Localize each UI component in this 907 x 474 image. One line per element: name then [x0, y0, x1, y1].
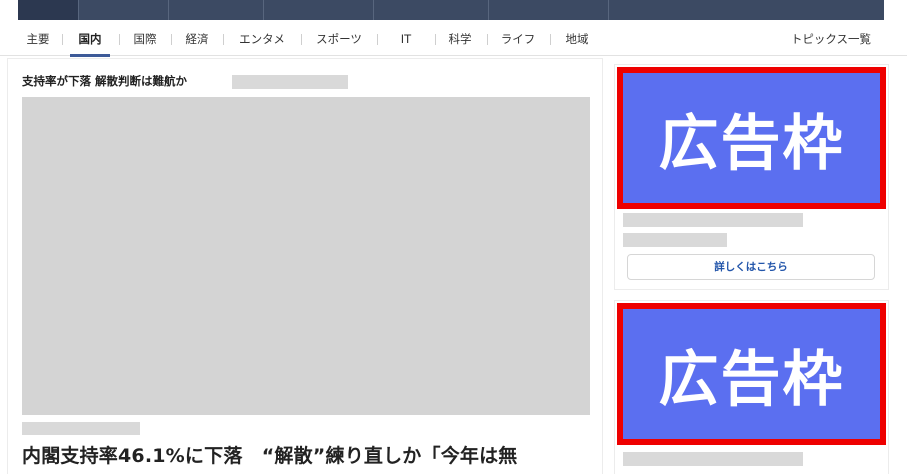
ad-slot[interactable]: 広告枠	[617, 67, 886, 209]
category-divider	[301, 34, 302, 45]
ad-label: 広告枠	[658, 344, 845, 415]
top-nav-active-tab[interactable]	[18, 0, 78, 20]
category-divider	[377, 34, 378, 45]
sidebar-ad-card: 広告枠	[614, 300, 889, 474]
top-nav-divider	[488, 0, 489, 20]
category-divider	[550, 34, 551, 45]
details-button[interactable]: 詳しくはこちら	[627, 254, 875, 280]
category-tab-it[interactable]: IT	[385, 22, 427, 56]
category-divider	[487, 34, 488, 45]
text-placeholder	[623, 452, 803, 466]
top-nav-divider	[608, 0, 609, 20]
category-divider	[62, 34, 63, 45]
category-divider	[435, 34, 436, 45]
main-headline[interactable]: 内閣支持率46.1%に下落 “解散”練り直しか「今年は無	[22, 441, 518, 468]
top-nav-divider	[78, 0, 79, 20]
category-tab-domestic[interactable]: 国内	[70, 22, 110, 57]
text-placeholder	[623, 233, 727, 247]
ad-slot[interactable]: 広告枠	[617, 303, 886, 445]
topics-list-link[interactable]: トピックス一覧	[791, 22, 871, 56]
top-nav-bar	[18, 0, 884, 20]
category-tab-economy[interactable]: 経済	[179, 22, 215, 56]
article-image-placeholder[interactable]	[22, 97, 590, 415]
category-tab-science[interactable]: 科学	[441, 22, 479, 56]
text-placeholder	[232, 75, 348, 89]
page: 主要 国内 国際 経済 エンタメ スポーツ IT 科学 ライフ 地域 トピックス…	[0, 0, 907, 474]
main-article-card: 支持率が下落 解散判断は難航か 内閣支持率46.1%に下落 “解散”練り直しか「…	[7, 58, 603, 474]
category-tab-life[interactable]: ライフ	[494, 22, 542, 56]
category-tab-main[interactable]: 主要	[22, 22, 54, 56]
category-tab-world[interactable]: 国際	[127, 22, 163, 56]
top-nav-divider	[168, 0, 169, 20]
text-placeholder	[623, 213, 803, 227]
small-headline[interactable]: 支持率が下落 解散判断は難航か	[22, 73, 187, 89]
top-nav-divider	[373, 0, 374, 20]
ad-label: 広告枠	[658, 108, 845, 179]
caption-placeholder	[22, 422, 140, 435]
sidebar-ad-card: 広告枠 詳しくはこちら	[614, 64, 889, 290]
category-tab-entertainment[interactable]: エンタメ	[231, 22, 293, 56]
category-tab-local[interactable]: 地域	[558, 22, 596, 56]
category-tab-sports[interactable]: スポーツ	[309, 22, 369, 56]
top-nav-divider	[263, 0, 264, 20]
category-divider	[171, 34, 172, 45]
category-divider	[223, 34, 224, 45]
category-divider	[119, 34, 120, 45]
category-nav: 主要 国内 国際 経済 エンタメ スポーツ IT 科学 ライフ 地域 トピックス…	[0, 22, 907, 57]
